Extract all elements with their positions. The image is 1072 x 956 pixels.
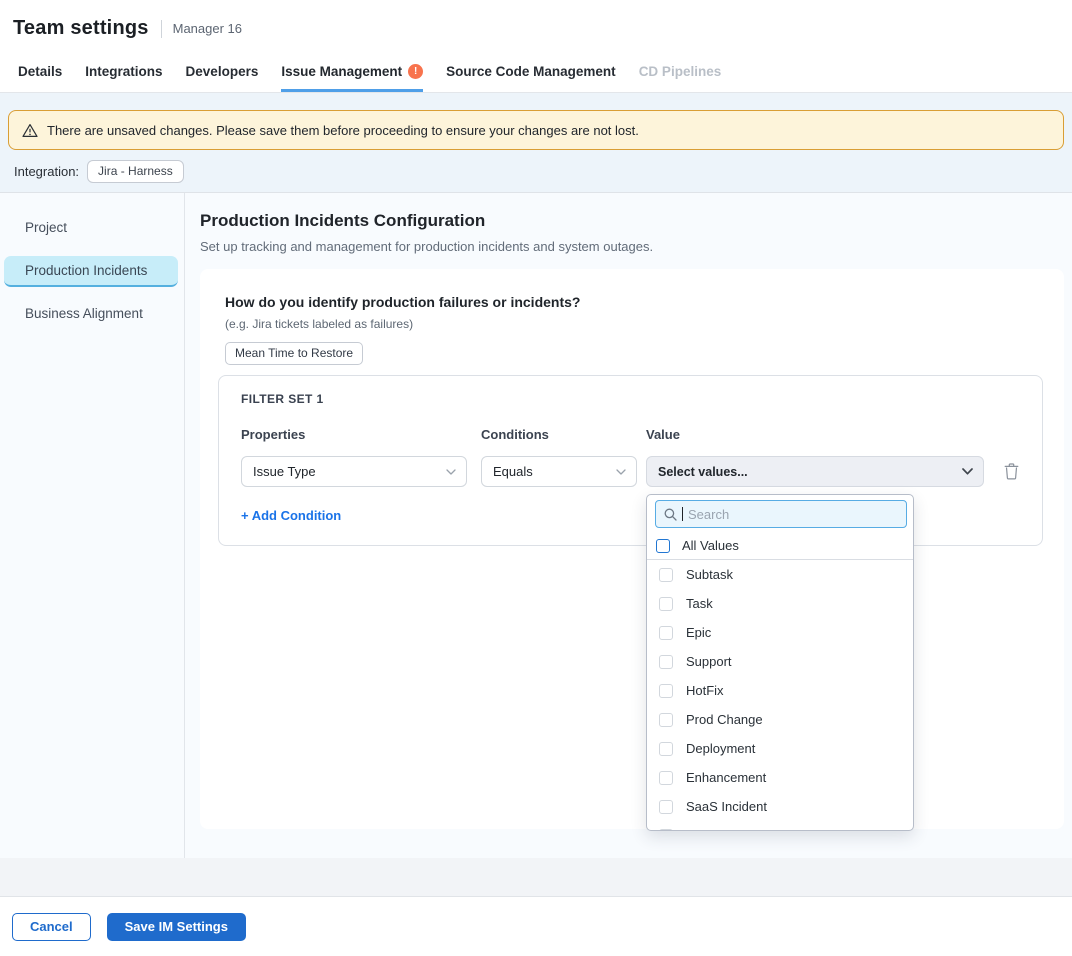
option-checkbox[interactable] [659,568,673,582]
option-prod-change[interactable]: Prod Change [647,705,913,734]
chevron-down-icon [616,469,626,475]
option-checkbox[interactable] [659,800,673,814]
warning-triangle-icon [22,123,38,138]
cancel-button[interactable]: Cancel [12,913,91,941]
option-all-values[interactable]: All Values [647,533,913,559]
metric-chip-mttr[interactable]: Mean Time to Restore [225,342,363,365]
main-panel: Production Incidents Configuration Set u… [185,193,1072,858]
tab-details[interactable]: Details [18,55,62,92]
title-divider [161,20,162,38]
option-checkbox[interactable] [659,684,673,698]
unsaved-changes-banner: There are unsaved changes. Please save t… [8,110,1064,150]
notice-section: There are unsaved changes. Please save t… [0,93,1072,193]
question-heading: How do you identify production failures … [225,294,1044,310]
option-epic[interactable]: Epic [647,618,913,647]
option-task[interactable]: Task [647,589,913,618]
option-checkbox[interactable] [659,597,673,611]
tab-source-code-management[interactable]: Source Code Management [446,55,616,92]
option-hotfix[interactable]: HotFix [647,676,913,705]
delete-filter-button[interactable] [1004,463,1019,480]
option-checkbox[interactable] [659,655,673,669]
option-checkbox[interactable] [659,713,673,727]
column-header-properties: Properties [241,427,481,442]
search-icon [664,508,677,521]
all-values-checkbox[interactable] [656,539,670,553]
add-condition-button[interactable]: + Add Condition [241,508,341,523]
value-multiselect[interactable]: Select values... [646,456,984,487]
search-input[interactable]: Search [655,500,907,528]
option-deployment[interactable]: Deployment [647,734,913,763]
team-name-label: Manager 16 [173,21,242,36]
tab-developers[interactable]: Developers [186,55,259,92]
column-header-value: Value [646,427,984,442]
option-support[interactable]: Support [647,647,913,676]
chevron-down-icon [962,468,973,475]
integration-label: Integration: [14,164,79,179]
text-caret [682,507,683,521]
section-title: Production Incidents Configuration [200,211,1064,231]
footer-spacer [0,858,1072,896]
option-subtask[interactable]: Subtask [647,560,913,589]
trash-icon [1004,463,1019,480]
integration-chip[interactable]: Jira - Harness [87,160,184,183]
alert-badge-icon: ! [408,64,423,79]
tab-bar: Details Integrations Developers Issue Ma… [0,55,1072,93]
unsaved-changes-text: There are unsaved changes. Please save t… [47,123,639,138]
option-enhancement[interactable]: Enhancement [647,763,913,792]
tab-cd-pipelines: CD Pipelines [639,55,722,92]
option-checkbox[interactable] [659,771,673,785]
option-customer-notification[interactable]: Customer Notification [647,821,913,831]
property-select[interactable]: Issue Type [241,456,467,487]
sidebar-item-project[interactable]: Project [4,213,178,244]
section-subtitle: Set up tracking and management for produ… [200,239,1064,254]
filter-set-title: FILTER SET 1 [241,392,1022,406]
condition-select[interactable]: Equals [481,456,637,487]
column-header-conditions: Conditions [481,427,646,442]
tab-integrations[interactable]: Integrations [85,55,162,92]
value-dropdown-panel: Search All Values Su [646,494,914,831]
save-im-settings-button[interactable]: Save IM Settings [107,913,246,941]
page: Team settings Manager 16 Details Integra… [0,0,1072,956]
chevron-down-icon [446,469,456,475]
configuration-card: How do you identify production failures … [200,269,1064,829]
sidebar-item-business-alignment[interactable]: Business Alignment [4,299,178,330]
sidebar-item-production-incidents[interactable]: Production Incidents [4,256,178,287]
search-placeholder: Search [688,507,729,522]
page-header: Team settings Manager 16 [0,0,1072,55]
settings-sidebar: Project Production Incidents Business Al… [0,193,185,858]
filter-set-1: FILTER SET 1 Properties Conditions Value… [218,375,1043,546]
footer-bar: Cancel Save IM Settings [0,896,1072,956]
content-area: Project Production Incidents Business Al… [0,193,1072,858]
tab-issue-management[interactable]: Issue Management ! [281,55,423,92]
option-checkbox[interactable] [659,742,673,756]
question-hint: (e.g. Jira tickets labeled as failures) [225,317,1044,331]
option-checkbox[interactable] [659,829,673,832]
page-title: Team settings [13,17,149,40]
option-saas-incident[interactable]: SaaS Incident [647,792,913,821]
option-checkbox[interactable] [659,626,673,640]
